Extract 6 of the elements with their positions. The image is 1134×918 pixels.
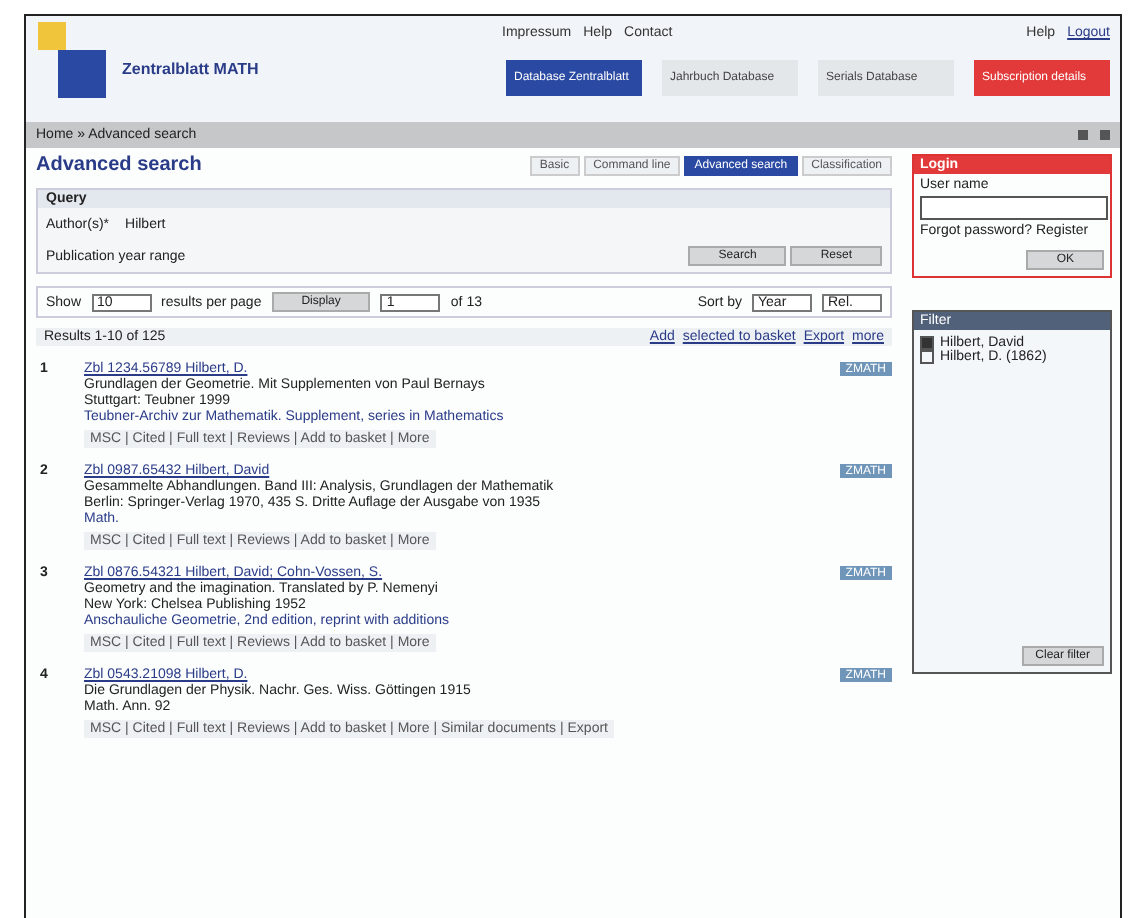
username-field[interactable]: [920, 196, 1108, 220]
checkbox[interactable]: [920, 350, 934, 364]
site-title: Zentralblatt MATH: [122, 60, 261, 82]
page-title: Advanced search: [36, 154, 202, 176]
checkbox[interactable]: [920, 336, 934, 350]
logo-icon: [38, 22, 110, 102]
